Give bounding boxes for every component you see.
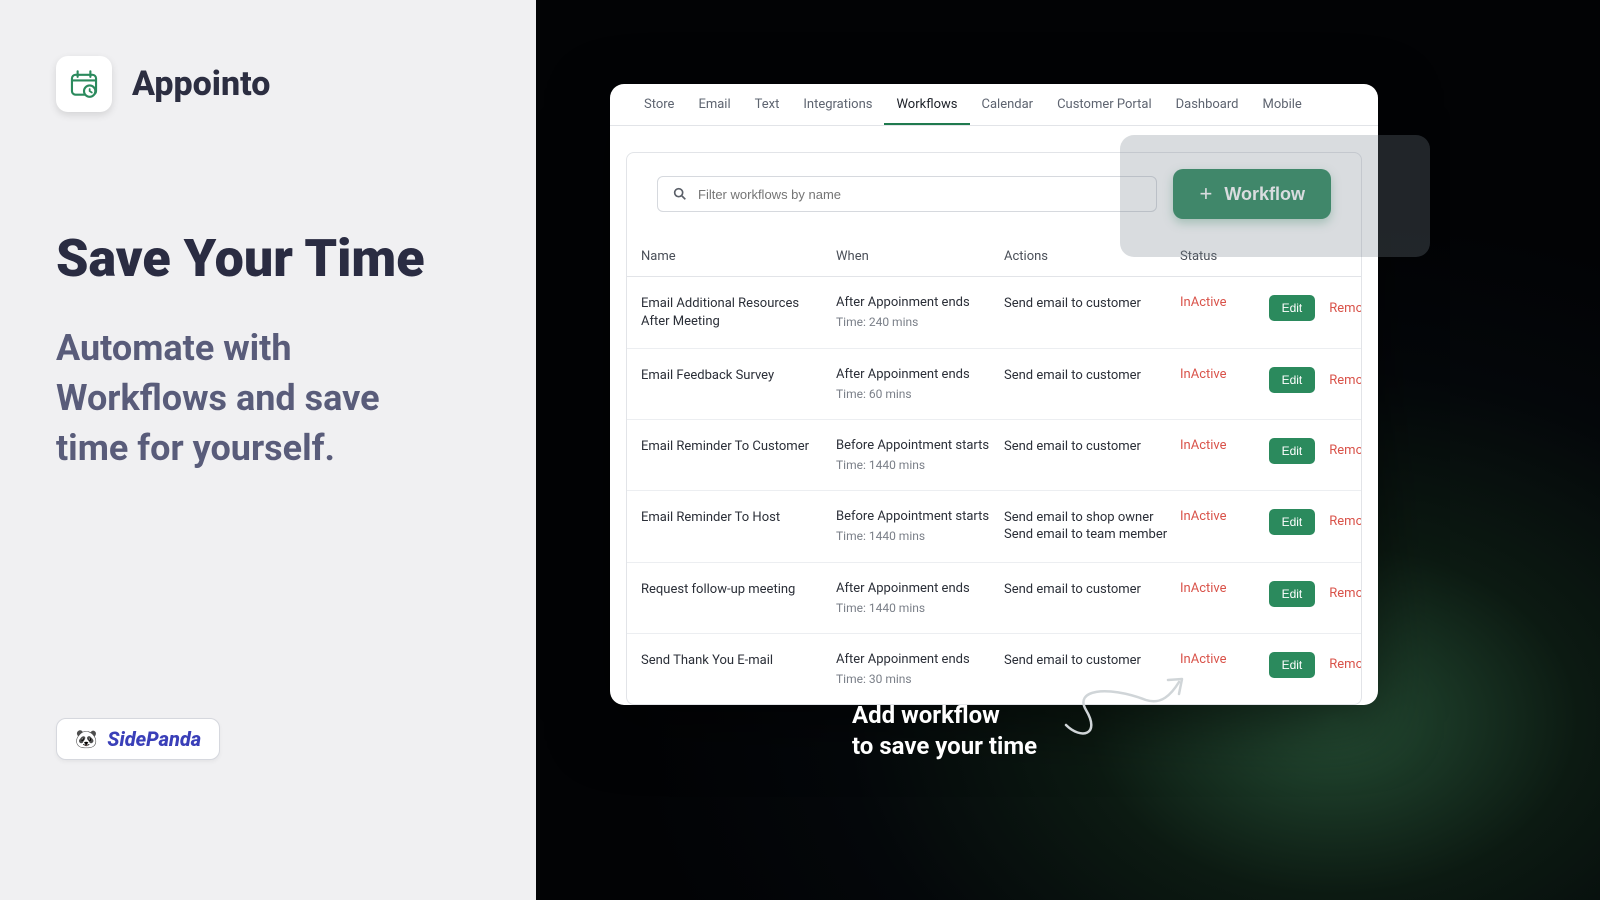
- workflow-name: Request follow-up meeting: [641, 581, 836, 599]
- search-input-wrapper[interactable]: [657, 176, 1157, 212]
- workflow-when: Before Appointment startsTime: 1440 mins: [836, 438, 1004, 472]
- table-row: Email Reminder To CustomerBefore Appoint…: [627, 420, 1361, 491]
- edit-button[interactable]: Edit: [1269, 367, 1316, 393]
- table-row: Email Reminder To HostBefore Appointment…: [627, 491, 1361, 563]
- vendor-name: SidePanda: [107, 727, 201, 751]
- remove-link[interactable]: Remove: [1329, 301, 1362, 316]
- hero-subtitle: Automate with Workflows and save time fo…: [56, 323, 456, 474]
- row-controls: Edit Remove: [1252, 652, 1362, 678]
- col-header-status: Status: [1180, 249, 1252, 264]
- table-header-row: Name When Actions Status: [627, 237, 1361, 277]
- table-row: Email Feedback SurveyAfter Appoinment en…: [627, 349, 1361, 420]
- workflow-when: After Appoinment endsTime: 30 mins: [836, 652, 1004, 686]
- workflows-frame: + Workflow Name When Actions Status Emai…: [626, 152, 1362, 705]
- callout-line2: to save your time: [852, 731, 1037, 762]
- status-badge: InActive: [1180, 367, 1252, 382]
- tab-customer-portal[interactable]: Customer Portal: [1045, 84, 1164, 125]
- workflow-when: After Appoinment endsTime: 60 mins: [836, 367, 1004, 401]
- workflow-actions: Send email to customer: [1004, 652, 1180, 670]
- remove-link[interactable]: Remove: [1329, 586, 1362, 601]
- workflow-when: After Appoinment endsTime: 240 mins: [836, 295, 1004, 329]
- edit-button[interactable]: Edit: [1269, 438, 1316, 464]
- panda-icon: 🐼: [75, 729, 97, 750]
- remove-link[interactable]: Remove: [1329, 514, 1362, 529]
- appointo-logo-icon: [56, 56, 112, 112]
- row-controls: Edit Remove: [1252, 509, 1362, 535]
- tab-dashboard[interactable]: Dashboard: [1164, 84, 1251, 125]
- workflow-name: Email Reminder To Host: [641, 509, 836, 527]
- workflow-actions: Send email to customer: [1004, 367, 1180, 385]
- add-workflow-button[interactable]: + Workflow: [1173, 169, 1331, 219]
- logo-row: Appointo: [56, 56, 480, 112]
- tab-calendar[interactable]: Calendar: [970, 84, 1046, 125]
- row-controls: Edit Remove: [1252, 581, 1362, 607]
- plus-icon: +: [1199, 183, 1212, 205]
- tab-integrations[interactable]: Integrations: [791, 84, 884, 125]
- app-window: StoreEmailTextIntegrationsWorkflowsCalen…: [610, 84, 1378, 705]
- row-controls: Edit Remove: [1252, 438, 1362, 464]
- search-icon: [672, 186, 688, 202]
- brand-name: Appointo: [132, 64, 270, 104]
- tab-workflows[interactable]: Workflows: [884, 84, 969, 125]
- callout-line1: Add workflow: [852, 700, 1037, 731]
- row-controls: Edit Remove: [1252, 295, 1362, 321]
- workflow-actions: Send email to customer: [1004, 438, 1180, 456]
- col-header-when: When: [836, 249, 1004, 264]
- workflow-name: Send Thank You E-mail: [641, 652, 836, 670]
- tab-bar: StoreEmailTextIntegrationsWorkflowsCalen…: [610, 84, 1378, 126]
- remove-link[interactable]: Remove: [1329, 657, 1362, 672]
- workflow-actions: Send email to customer: [1004, 295, 1180, 313]
- edit-button[interactable]: Edit: [1269, 652, 1316, 678]
- workflow-when: After Appoinment endsTime: 1440 mins: [836, 581, 1004, 615]
- tab-email[interactable]: Email: [686, 84, 742, 125]
- tab-store[interactable]: Store: [632, 84, 686, 125]
- table-row: Send Thank You E-mailAfter Appoinment en…: [627, 634, 1361, 704]
- col-header-name: Name: [641, 249, 836, 264]
- edit-button[interactable]: Edit: [1269, 581, 1316, 607]
- workflow-actions: Send email to shop ownerSend email to te…: [1004, 509, 1180, 544]
- col-header-actions: Actions: [1004, 249, 1180, 264]
- status-badge: InActive: [1180, 438, 1252, 453]
- status-badge: InActive: [1180, 509, 1252, 524]
- edit-button[interactable]: Edit: [1269, 509, 1316, 535]
- search-input[interactable]: [698, 187, 1142, 202]
- status-badge: InActive: [1180, 295, 1252, 310]
- tab-text[interactable]: Text: [743, 84, 792, 125]
- hero-title: Save Your Time: [56, 232, 480, 287]
- workflow-actions: Send email to customer: [1004, 581, 1180, 599]
- callout-text: Add workflow to save your time: [852, 700, 1037, 762]
- add-workflow-label: Workflow: [1224, 184, 1305, 205]
- workflow-name: Email Feedback Survey: [641, 367, 836, 385]
- edit-button[interactable]: Edit: [1269, 295, 1316, 321]
- table-row: Email Additional Resources After Meeting…: [627, 277, 1361, 349]
- table-row: Request follow-up meetingAfter Appoinmen…: [627, 563, 1361, 634]
- workflow-name: Email Reminder To Customer: [641, 438, 836, 456]
- status-badge: InActive: [1180, 652, 1252, 667]
- status-badge: InActive: [1180, 581, 1252, 596]
- workflow-name: Email Additional Resources After Meeting: [641, 295, 836, 330]
- workflow-when: Before Appointment startsTime: 1440 mins: [836, 509, 1004, 543]
- vendor-badge: 🐼 SidePanda: [56, 718, 220, 760]
- row-controls: Edit Remove: [1252, 367, 1362, 393]
- remove-link[interactable]: Remove: [1329, 373, 1362, 388]
- callout-arrow-icon: [1056, 670, 1196, 750]
- marketing-panel: Appointo Save Your Time Automate with Wo…: [0, 0, 536, 900]
- app-preview-panel: StoreEmailTextIntegrationsWorkflowsCalen…: [536, 0, 1600, 900]
- remove-link[interactable]: Remove: [1329, 443, 1362, 458]
- tab-mobile[interactable]: Mobile: [1251, 84, 1314, 125]
